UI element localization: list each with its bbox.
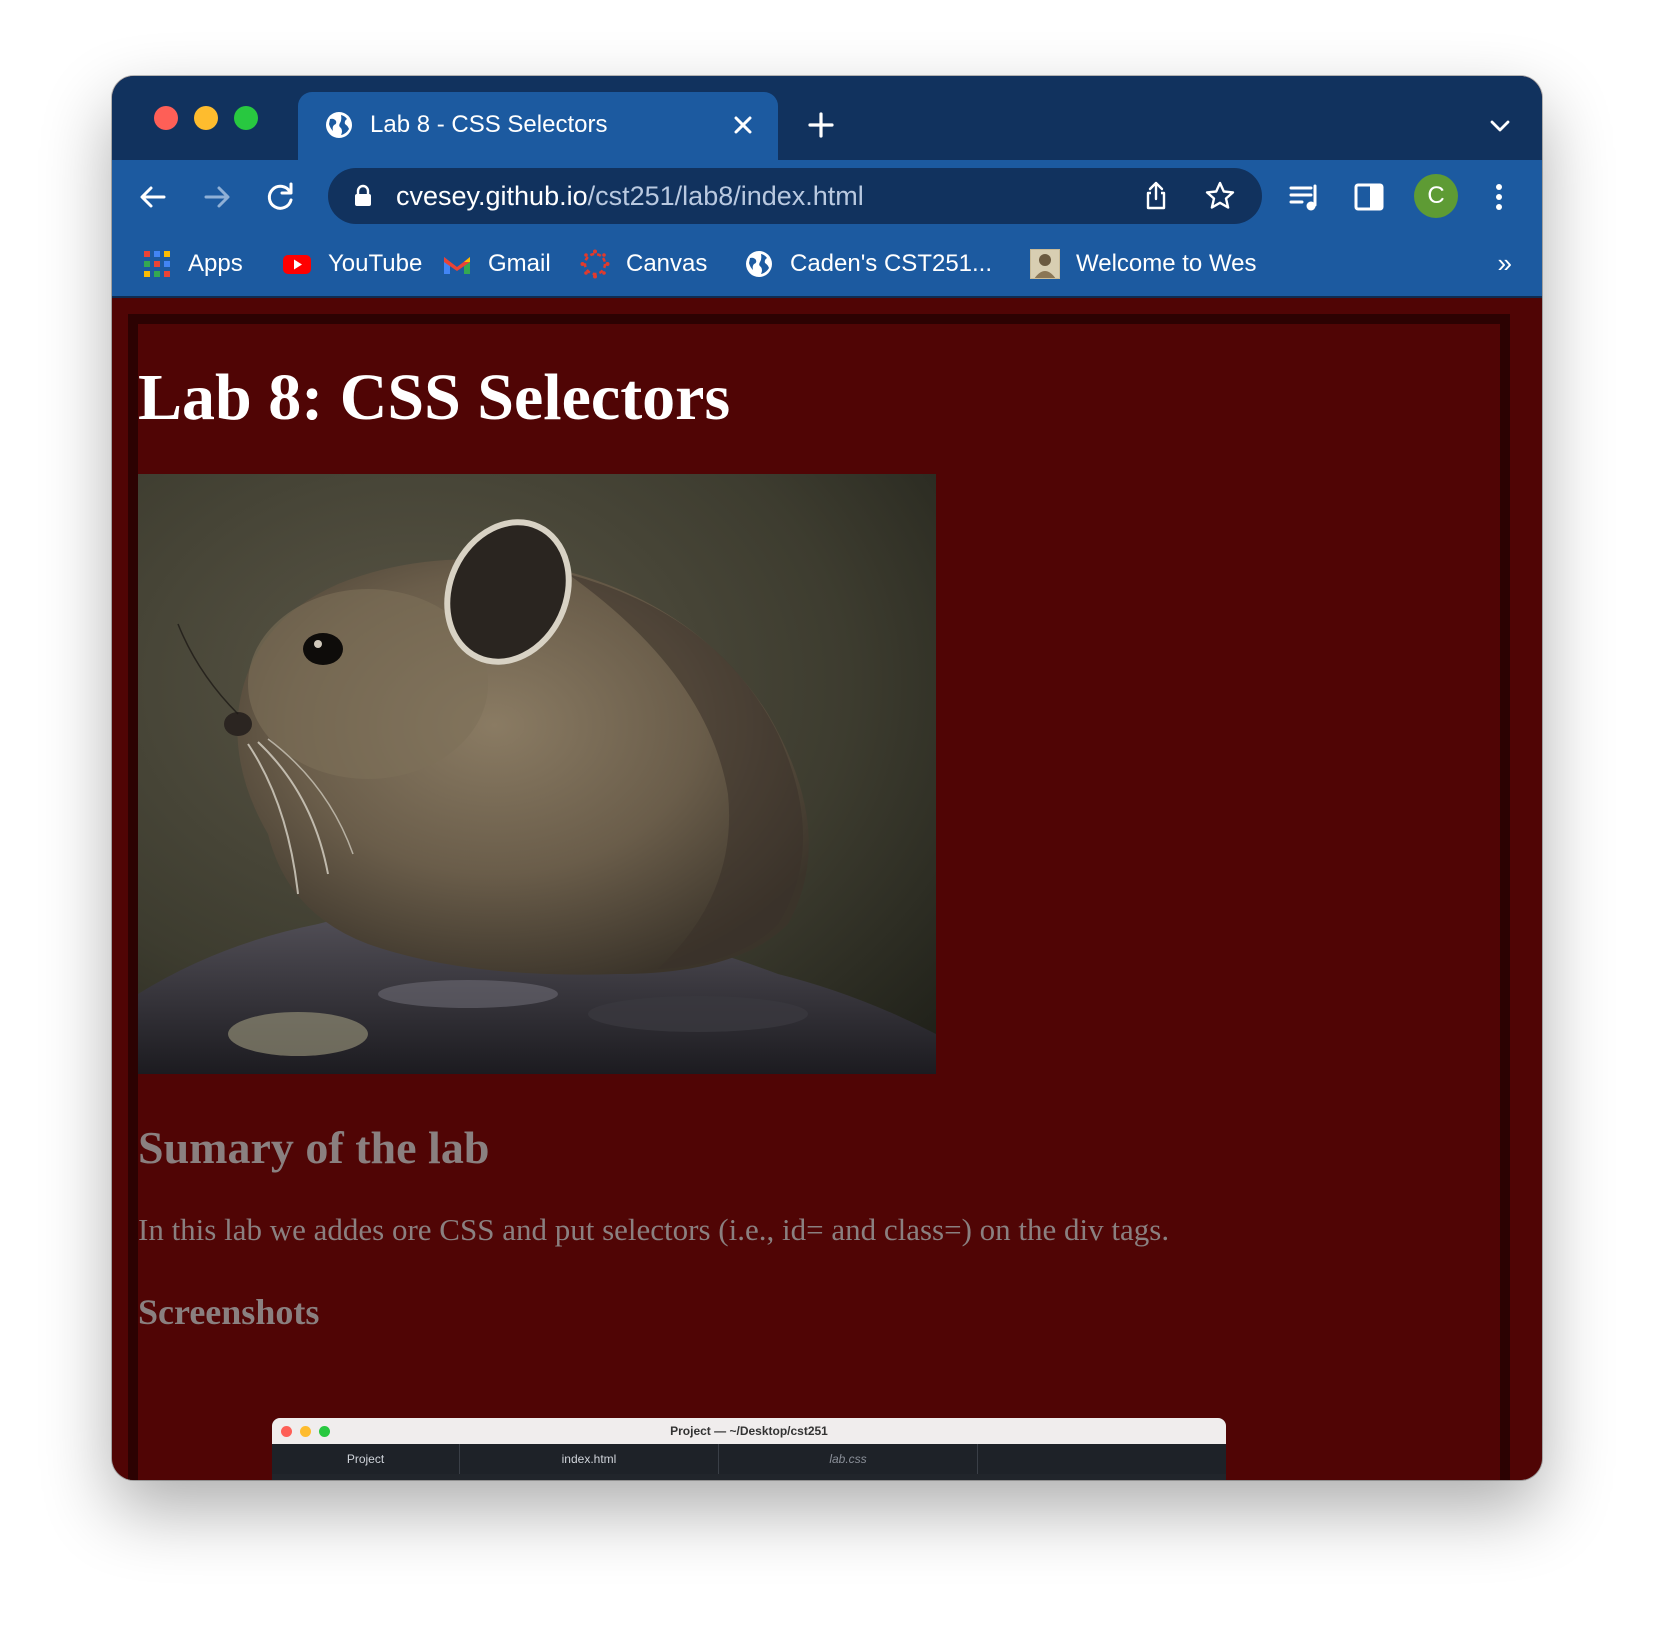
share-icon[interactable] — [1140, 180, 1172, 212]
more-menu-icon[interactable] — [1482, 180, 1516, 214]
bookmark-label: Gmail — [488, 250, 551, 277]
browser-toolbar: cvesey.github.io/cst251/lab8/index.html … — [112, 160, 1542, 296]
screenshots-heading: Screenshots — [138, 1292, 320, 1332]
web-page: Lab 8: CSS Selectors Sumary of the lab I… — [112, 298, 1542, 1480]
screenshot-window-title: Project — ~/Desktop/cst251 — [670, 1424, 828, 1438]
url-text[interactable]: cvesey.github.io/cst251/lab8/index.html — [396, 180, 864, 212]
gmail-icon — [444, 257, 470, 274]
bookmark-label: Apps — [188, 250, 243, 277]
site-thumbnail-icon — [1030, 249, 1060, 279]
youtube-icon — [283, 255, 311, 274]
bookmarks-overflow-button[interactable]: » — [1498, 248, 1512, 278]
url-path: /cst251/lab8/index.html — [587, 181, 864, 211]
screenshot-tab-css: lab.css — [719, 1444, 978, 1474]
bookmark-cadens-cst251[interactable]: Caden's CST251... — [744, 232, 992, 296]
forward-arrow-icon[interactable] — [200, 180, 234, 214]
reload-icon[interactable] — [264, 180, 298, 214]
browser-window: Lab 8 - CSS Selectors cvesey.github.io/c… — [112, 76, 1542, 1480]
page-title: Lab 8: CSS Selectors — [138, 361, 731, 434]
bookmark-apps[interactable]: Apps — [142, 232, 243, 296]
bookmark-label: Canvas — [626, 250, 708, 277]
bookmark-gmail[interactable]: Gmail — [442, 232, 551, 296]
bookmark-star-icon[interactable] — [1204, 180, 1236, 212]
side-panel-icon[interactable] — [1352, 180, 1386, 214]
screenshot-titlebar: Project — ~/Desktop/cst251 — [272, 1418, 1226, 1444]
globe-icon — [746, 251, 772, 277]
minimize-window-button[interactable] — [194, 106, 218, 130]
screenshot-tab-index: index.html — [460, 1444, 719, 1474]
bookmark-label: Welcome to Wes — [1076, 250, 1257, 277]
profile-avatar[interactable]: C — [1414, 174, 1458, 218]
tab-search-chevron-icon[interactable] — [1488, 114, 1512, 138]
address-bar[interactable]: cvesey.github.io/cst251/lab8/index.html — [328, 168, 1262, 224]
bookmark-welcome-to-wes[interactable]: Welcome to Wes — [1030, 232, 1257, 296]
pika-photo — [138, 474, 936, 1074]
media-controls-icon[interactable] — [1288, 180, 1322, 214]
embedded-editor-screenshot: Project — ~/Desktop/cst251 Project index… — [272, 1418, 1226, 1480]
screenshot-tab-project: Project — [272, 1444, 460, 1474]
bookmark-youtube[interactable]: YouTube — [282, 232, 422, 296]
screenshot-tab-bar: Project index.html lab.css — [272, 1444, 1226, 1474]
back-arrow-icon[interactable] — [136, 180, 170, 214]
bookmarks-bar: Apps YouTube Gmail Canvas Caden's CST251… — [112, 232, 1542, 296]
globe-icon — [326, 112, 352, 138]
canvas-icon — [580, 249, 610, 279]
summary-text: In this lab we addes ore CSS and put sel… — [138, 1212, 1170, 1247]
tab-title: Lab 8 - CSS Selectors — [370, 111, 608, 138]
summary-heading: Sumary of the lab — [138, 1122, 490, 1173]
bookmark-label: Caden's CST251... — [790, 250, 993, 277]
bookmark-canvas[interactable]: Canvas — [580, 232, 707, 296]
url-host: cvesey.github.io — [396, 181, 588, 211]
bookmark-label: YouTube — [328, 250, 423, 277]
close-tab-icon[interactable] — [730, 112, 756, 138]
tab-strip: Lab 8 - CSS Selectors — [112, 76, 1542, 160]
tab-active[interactable]: Lab 8 - CSS Selectors — [298, 92, 778, 160]
apps-grid-icon — [144, 251, 170, 277]
new-tab-icon[interactable] — [806, 110, 836, 140]
lock-icon[interactable] — [352, 184, 374, 208]
zoom-window-button[interactable] — [234, 106, 258, 130]
close-window-button[interactable] — [154, 106, 178, 130]
